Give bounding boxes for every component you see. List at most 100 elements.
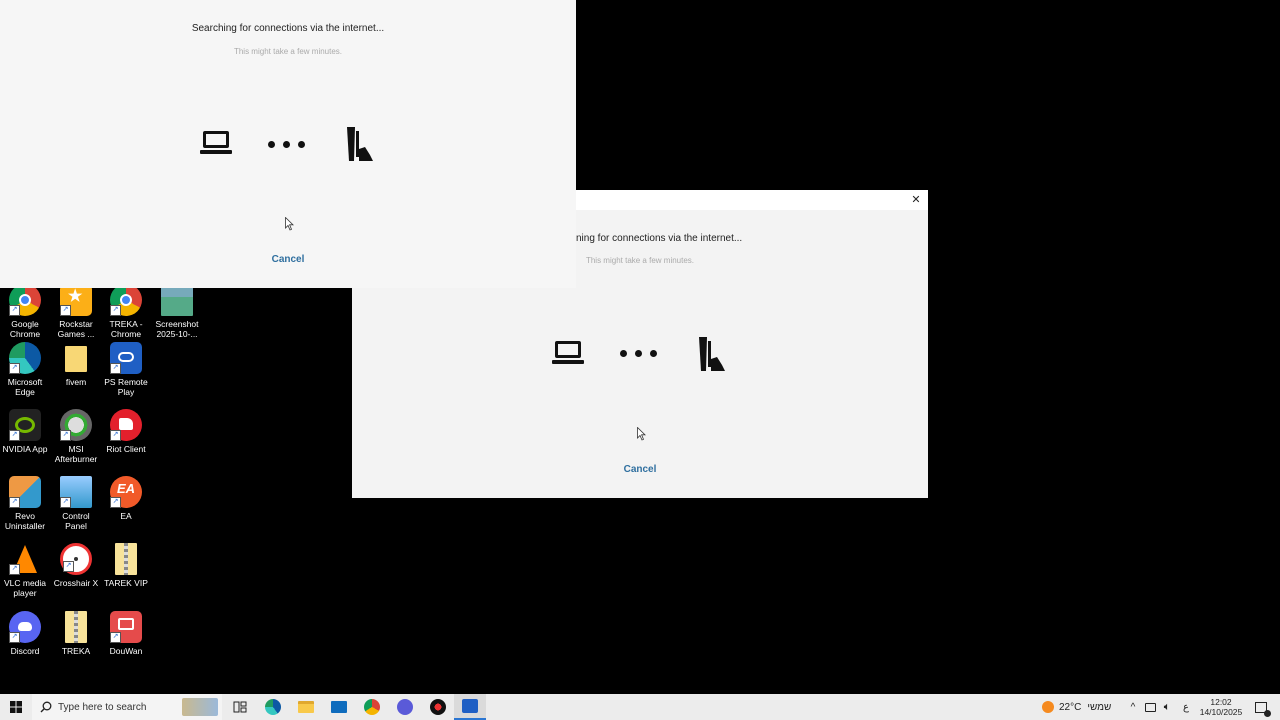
desktop-icon-label: DouWan [109, 646, 143, 656]
zip-folder-icon [115, 543, 137, 575]
desktop-icon-control-panel[interactable]: ↗ Control Panel [51, 476, 101, 531]
msi-afterburner-icon: ↗ [60, 409, 92, 441]
desktop-icon-label: Discord [10, 646, 40, 656]
desktop-icon-fivem[interactable]: fivem [51, 342, 101, 387]
mouse-cursor-icon [285, 217, 294, 231]
desktop-icon-label: Microsoft Edge [7, 377, 43, 397]
chrome-icon [364, 699, 380, 715]
zip-folder-icon [65, 611, 87, 643]
desktop-icon-nvidia-app[interactable]: ↗ NVIDIA App [0, 409, 50, 454]
taskbar-mail[interactable] [324, 694, 354, 720]
desktop-icon-screenshot[interactable]: Screenshot 2025-10-... [152, 284, 202, 339]
desktop-icon-douwan[interactable]: ↗ DouWan [101, 611, 151, 656]
clock-date: 14/10/2025 [1199, 707, 1243, 717]
ps-remote-play-icon [397, 699, 413, 715]
desktop-icon-label: Screenshot 2025-10-... [155, 319, 199, 339]
douwan-icon: ↗ [110, 611, 142, 643]
desktop-icon-label: Riot Client [106, 444, 146, 454]
weather-widget[interactable]: 22°C שמשי [1042, 694, 1118, 720]
desktop-icon-vlc[interactable]: ↗ VLC media player [0, 543, 50, 598]
chrome-icon: ↗ [9, 284, 41, 316]
ps-remote-play-icon: ↗ [110, 342, 142, 374]
desktop-icon-tarek-vip[interactable]: TAREK VIP [101, 543, 151, 588]
desktop-icon-label: MSI Afterburner [54, 444, 98, 464]
network-button[interactable] [1142, 694, 1158, 720]
mouse-cursor-icon [637, 427, 646, 441]
desktop-icon-label: NVIDIA App [2, 444, 48, 454]
search-highlight-image [182, 698, 218, 716]
dialog-status-text: Searching for connections via the intern… [191, 23, 385, 34]
revo-uninstaller-icon: ↗ [9, 476, 41, 508]
desktop-icon-ea[interactable]: EA ↗ EA [101, 476, 151, 521]
desktop-icon-label: Control Panel [62, 511, 90, 531]
weather-text: שמשי [1087, 701, 1112, 713]
desktop-icon-label: Crosshair X [53, 578, 99, 588]
desktop-icon-treka[interactable]: TREKA [51, 611, 101, 656]
desktop-icon-crosshair-x[interactable]: ↗ Crosshair X [51, 543, 101, 588]
desktop-icon-discord[interactable]: ↗ Discord [0, 611, 50, 656]
taskbar-search-box[interactable]: Type here to search [32, 694, 222, 720]
laptop-icon [200, 131, 232, 157]
connecting-dots-icon [268, 141, 305, 148]
remote-play-icon [462, 699, 478, 713]
vlc-icon: ↗ [9, 543, 41, 575]
desktop-icon-label: Google Chrome [9, 319, 41, 339]
desktop-icon-ps-remote-play[interactable]: ↗ PS Remote Play [101, 342, 151, 397]
task-view-icon [233, 701, 247, 713]
discord-icon: ↗ [9, 611, 41, 643]
desktop-icon-microsoft-edge[interactable]: ↗ Microsoft Edge [0, 342, 50, 397]
ps5-console-icon [699, 337, 725, 371]
notifications-button[interactable] [1250, 694, 1272, 720]
close-icon: ✕ [911, 194, 921, 206]
volume-button[interactable]: 🔈︎ [1159, 694, 1175, 720]
rockstar-icon: ★ ↗ [60, 284, 92, 316]
ea-icon: EA ↗ [110, 476, 142, 508]
dialog-subtitle: This might take a few minutes. [233, 47, 343, 56]
folder-icon [65, 346, 87, 372]
dialog-status-text: ning for connections via the internet... [576, 233, 743, 244]
taskbar-edge[interactable] [258, 694, 288, 720]
start-button[interactable] [0, 694, 32, 720]
desktop-icon-google-chrome[interactable]: ↗ Google Chrome [0, 284, 50, 339]
crosshair-x-icon: ↗ [60, 543, 92, 575]
notification-icon [1255, 701, 1271, 717]
desktop-icon-treka-chrome[interactable]: ↗ TREKA - Chrome [101, 284, 151, 339]
connecting-dots-icon [620, 350, 657, 357]
cancel-button[interactable]: Cancel [352, 464, 928, 475]
taskbar-file-explorer[interactable] [291, 694, 321, 720]
network-icon [1144, 702, 1156, 712]
taskbar: Type here to search 22°C שמשי ^ 🔈︎ ع 12:… [0, 694, 1280, 720]
desktop-icon-label: Rockstar Games ... [57, 319, 95, 339]
riot-client-icon: ↗ [110, 409, 142, 441]
weather-temp: 22°C [1059, 701, 1082, 713]
desktop-icon-label: VLC media player [3, 578, 47, 598]
nvidia-icon: ↗ [9, 409, 41, 441]
close-button[interactable]: ✕ [904, 190, 928, 210]
steam-icon [430, 699, 446, 715]
cancel-button[interactable]: Cancel [0, 254, 576, 265]
windows-logo-icon [10, 701, 22, 713]
desktop-icon-label: fivem [65, 377, 87, 387]
search-icon [40, 701, 52, 713]
desktop-icon-msi-afterburner[interactable]: ↗ MSI Afterburner [51, 409, 101, 464]
search-placeholder: Type here to search [58, 701, 147, 713]
ps5-console-icon [347, 127, 373, 161]
desktop-icon-label: TREKA - Chrome [109, 319, 143, 339]
clock-time: 12:02 [1210, 697, 1232, 707]
edge-icon [265, 699, 281, 715]
taskbar-steam[interactable] [423, 694, 453, 720]
desktop-icon-label: TREKA [61, 646, 91, 656]
desktop-icon-rockstar-games[interactable]: ★ ↗ Rockstar Games ... [51, 284, 101, 339]
mail-icon [331, 701, 347, 713]
show-hidden-icons-button[interactable]: ^ [1126, 694, 1140, 720]
clock[interactable]: 12:02 14/10/2025 [1196, 694, 1246, 720]
taskbar-chrome[interactable] [357, 694, 387, 720]
desktop-icon-riot-client[interactable]: ↗ Riot Client [101, 409, 151, 454]
desktop-icon-revo-uninstaller[interactable]: ↗ Revo Uninstaller [0, 476, 50, 531]
language-indicator[interactable]: ع [1178, 694, 1194, 720]
taskbar-ps-remote-play[interactable] [390, 694, 420, 720]
connection-dialog-back: Searching for connections via the intern… [0, 0, 576, 288]
task-view-button[interactable] [226, 694, 254, 720]
taskbar-remote-play-active[interactable] [454, 694, 486, 720]
desktop-icon-label: Revo Uninstaller [4, 511, 46, 531]
